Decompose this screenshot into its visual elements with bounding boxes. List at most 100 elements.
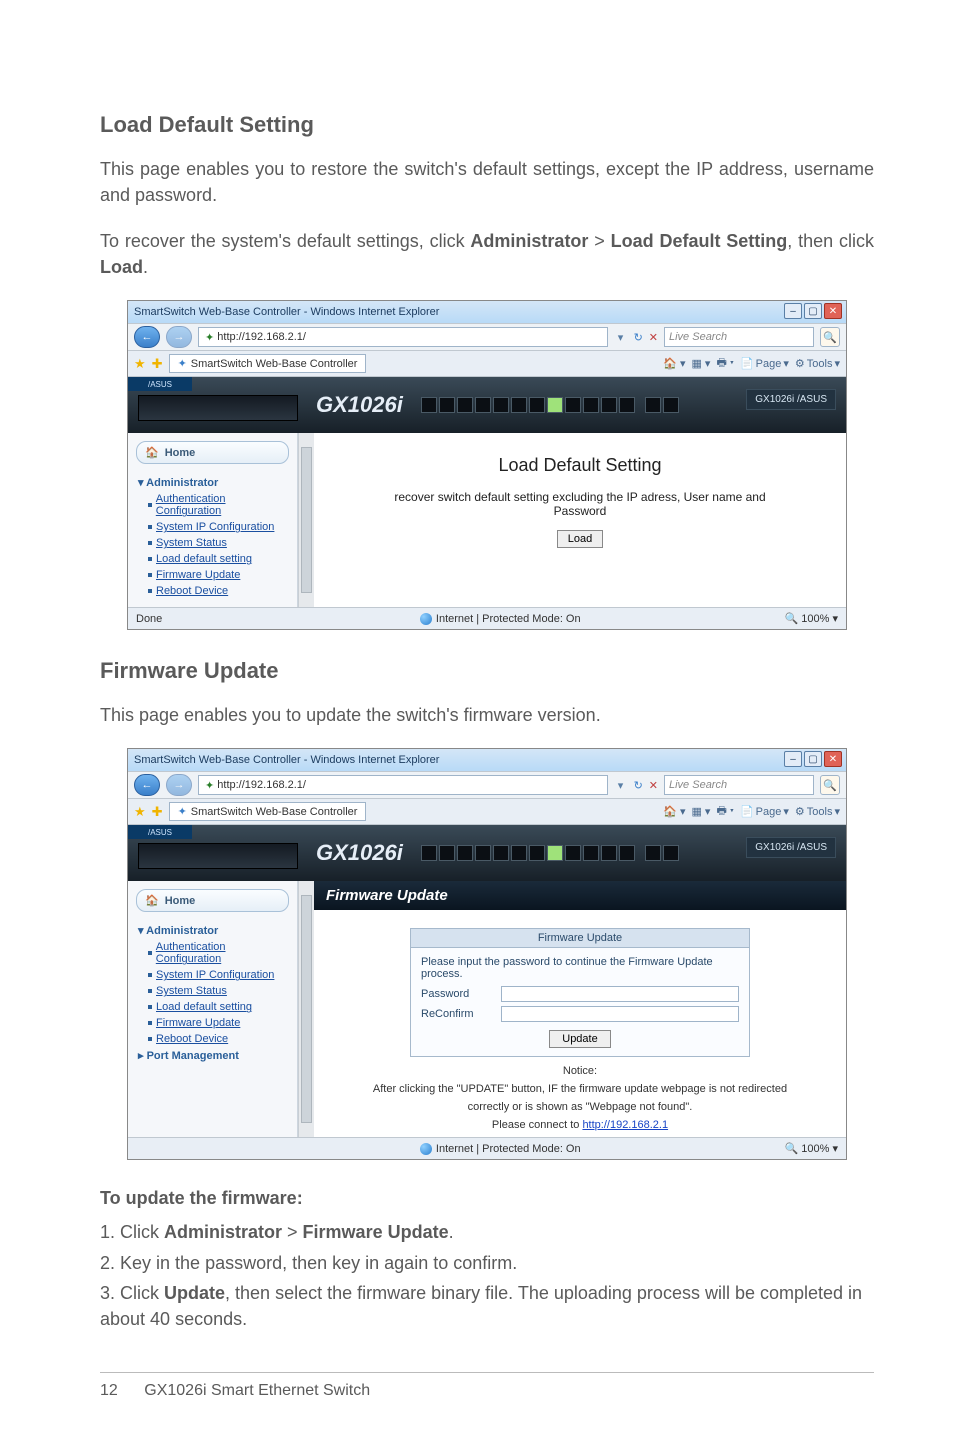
- nav-home[interactable]: 🏠 Home: [136, 889, 289, 912]
- maximize-button[interactable]: ▢: [804, 751, 822, 767]
- left-nav: 🏠 Home ▾ Administrator Authentication Co…: [128, 433, 298, 607]
- text: , then click: [787, 231, 874, 251]
- feed-icon[interactable]: ▦ ▾: [691, 357, 710, 370]
- back-button[interactable]: ←: [134, 774, 160, 796]
- notice-label: Notice:: [314, 1065, 846, 1077]
- minimize-button[interactable]: –: [784, 303, 802, 319]
- stop-icon[interactable]: ✕: [649, 779, 658, 792]
- brand-box: GX1026i /ASUS: [746, 389, 836, 410]
- label-password: Password: [421, 988, 491, 1000]
- bold-load-default: Load Default Setting: [611, 231, 788, 251]
- nav-administrator[interactable]: ▾ Administrator: [128, 922, 297, 939]
- nav-administrator[interactable]: ▾ Administrator: [128, 474, 297, 491]
- maximize-button[interactable]: ▢: [804, 303, 822, 319]
- content-header: Firmware Update: [314, 881, 846, 910]
- close-button[interactable]: ✕: [824, 303, 842, 319]
- scrollbar[interactable]: [298, 433, 314, 607]
- nav-reboot-device[interactable]: Reboot Device: [128, 583, 297, 599]
- url-input[interactable]: ✦ http://192.168.2.1/: [198, 327, 608, 347]
- password-input[interactable]: [501, 986, 739, 1002]
- window-title: SmartSwitch Web-Base Controller - Window…: [134, 754, 439, 766]
- tools-menu[interactable]: ⚙ Tools ▾: [795, 805, 840, 818]
- home-icon[interactable]: 🏠 ▾: [663, 805, 685, 818]
- main-pane: Firmware Update Firmware Update Please i…: [314, 881, 846, 1137]
- para-load-default-1: This page enables you to restore the swi…: [100, 156, 874, 208]
- favorites-icon[interactable]: ★: [134, 356, 146, 372]
- product-logo: GX1026i: [316, 840, 403, 866]
- status-bar: Done Internet | Protected Mode: On 🔍 100…: [128, 607, 846, 629]
- nav-home[interactable]: 🏠 Home: [136, 441, 289, 464]
- notice-line-1: After clicking the "UPDATE" button, IF t…: [314, 1083, 846, 1095]
- update-button[interactable]: Update: [549, 1030, 610, 1048]
- nav-reboot-device[interactable]: Reboot Device: [128, 1031, 297, 1047]
- minimize-button[interactable]: –: [784, 751, 802, 767]
- home-icon[interactable]: 🏠 ▾: [663, 357, 685, 370]
- url-dropdown-icon[interactable]: ▾: [614, 331, 628, 344]
- asus-badge: /ASUS: [128, 377, 192, 391]
- page-footer: 12 GX1026i Smart Ethernet Switch: [100, 1382, 370, 1400]
- window-titlebar: SmartSwitch Web-Base Controller - Window…: [128, 301, 846, 323]
- nav-sysip-config[interactable]: System IP Configuration: [128, 967, 297, 983]
- search-icon[interactable]: 🔍: [820, 327, 840, 347]
- page-menu[interactable]: 📄 Page ▾: [740, 805, 789, 818]
- nav-sysip-config[interactable]: System IP Configuration: [128, 519, 297, 535]
- tab-title: SmartSwitch Web-Base Controller: [191, 806, 358, 818]
- scrollbar[interactable]: [298, 881, 314, 1137]
- search-icon[interactable]: 🔍: [820, 775, 840, 795]
- nav-system-status[interactable]: System Status: [128, 535, 297, 551]
- text: >: [588, 231, 610, 251]
- switch-photo: [138, 843, 298, 869]
- forward-button[interactable]: →: [166, 326, 192, 348]
- product-name: GX1026i Smart Ethernet Switch: [144, 1382, 370, 1399]
- notice-link[interactable]: http://192.168.2.1: [582, 1119, 668, 1131]
- window-titlebar: SmartSwitch Web-Base Controller - Window…: [128, 749, 846, 771]
- nav-system-status[interactable]: System Status: [128, 983, 297, 999]
- para-load-default-2: To recover the system's default settings…: [100, 228, 874, 280]
- notice-line-2: correctly or is shown as "Webpage not fo…: [314, 1101, 846, 1113]
- refresh-icon[interactable]: ↻: [634, 331, 643, 344]
- nav-firmware-update[interactable]: Firmware Update: [128, 1015, 297, 1031]
- page-menu[interactable]: 📄 Page ▾: [740, 357, 789, 370]
- browser-tab[interactable]: ✦SmartSwitch Web-Base Controller: [169, 802, 367, 821]
- nav-port-management[interactable]: ▸ Port Management: [128, 1047, 297, 1064]
- back-button[interactable]: ←: [134, 326, 160, 348]
- refresh-icon[interactable]: ↻: [634, 779, 643, 792]
- stop-icon[interactable]: ✕: [649, 331, 658, 344]
- nav-auth-config[interactable]: Authentication Configuration: [128, 939, 297, 967]
- brand-box: GX1026i /ASUS: [746, 837, 836, 858]
- nav-auth-config[interactable]: Authentication Configuration: [128, 491, 297, 519]
- panel-title: Firmware Update: [410, 928, 750, 948]
- subheading-update-firmware: To update the firmware:: [100, 1188, 874, 1209]
- print-icon[interactable]: 🖶 ▾: [716, 354, 734, 373]
- nav-firmware-update[interactable]: Firmware Update: [128, 567, 297, 583]
- nav-load-default[interactable]: Load default setting: [128, 551, 297, 567]
- content-text-2: Password: [324, 504, 836, 518]
- print-icon[interactable]: 🖶 ▾: [716, 802, 734, 821]
- url-input[interactable]: ✦ http://192.168.2.1/: [198, 775, 608, 795]
- reconfirm-input[interactable]: [501, 1006, 739, 1022]
- add-favorite-icon[interactable]: ✚: [152, 804, 163, 820]
- search-input[interactable]: Live Search: [664, 775, 814, 795]
- left-nav: 🏠 Home ▾ Administrator Authentication Co…: [128, 881, 298, 1137]
- feed-icon[interactable]: ▦ ▾: [691, 805, 710, 818]
- status-zoom[interactable]: 🔍 100% ▾: [785, 1142, 838, 1155]
- notice-line-3: Please connect to http://192.168.2.1: [314, 1119, 846, 1131]
- url-dropdown-icon[interactable]: ▾: [614, 779, 628, 792]
- nav-load-default[interactable]: Load default setting: [128, 999, 297, 1015]
- heading-load-default: Load Default Setting: [100, 112, 874, 138]
- heading-firmware-update: Firmware Update: [100, 658, 874, 684]
- tab-title: SmartSwitch Web-Base Controller: [191, 358, 358, 370]
- close-button[interactable]: ✕: [824, 751, 842, 767]
- url-text: http://192.168.2.1/: [217, 779, 306, 791]
- step-3: 3. Click Update, then select the firmwar…: [100, 1280, 874, 1332]
- browser-tab[interactable]: ✦SmartSwitch Web-Base Controller: [169, 354, 367, 373]
- status-zoom[interactable]: 🔍 100% ▾: [785, 612, 838, 625]
- globe-icon: [420, 613, 432, 625]
- search-input[interactable]: Live Search: [664, 327, 814, 347]
- tools-menu[interactable]: ⚙ Tools ▾: [795, 357, 840, 370]
- favorites-icon[interactable]: ★: [134, 804, 146, 820]
- load-button[interactable]: Load: [557, 530, 603, 548]
- para-firmware-1: This page enables you to update the swit…: [100, 702, 874, 728]
- forward-button[interactable]: →: [166, 774, 192, 796]
- add-favorite-icon[interactable]: ✚: [152, 356, 163, 372]
